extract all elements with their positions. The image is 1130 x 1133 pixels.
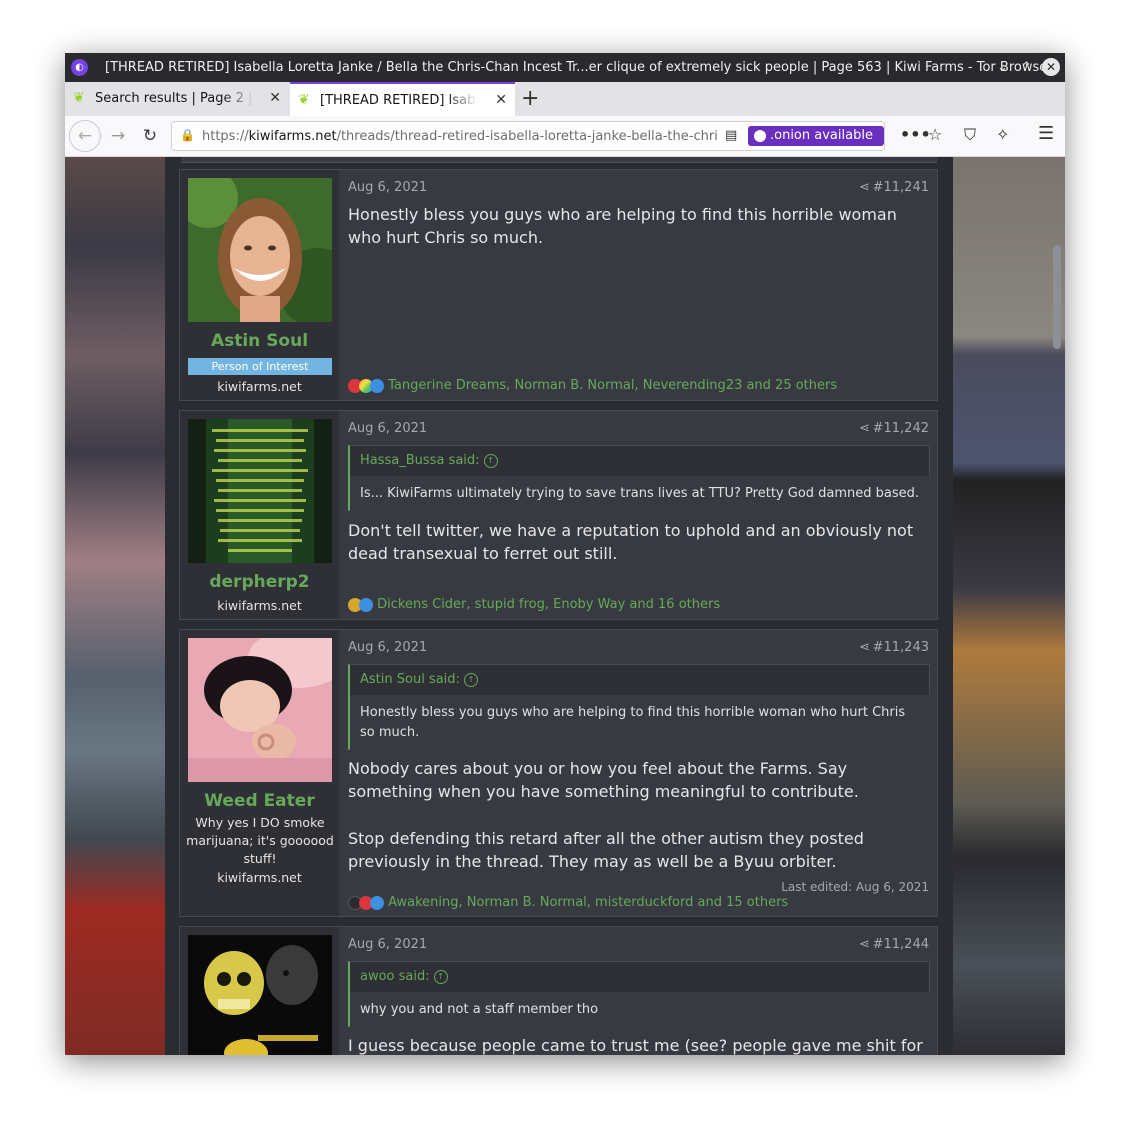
post-date[interactable]: Aug 6, 2021 — [348, 421, 427, 436]
quote-block: awoo said: ↑ why you and not a staff memb… — [348, 961, 930, 1028]
avatar[interactable] — [188, 178, 332, 322]
user-site: kiwifarms.net — [217, 870, 302, 885]
forward-icon[interactable]: → — [106, 124, 130, 148]
user-pane: Weed Eater Why yes I DO smoke marijuana;… — [180, 630, 339, 916]
quote-author[interactable]: Hassa_Bussa said: ↑ — [360, 453, 498, 468]
quote-text: why you and not a staff member tho — [350, 992, 930, 1028]
bookmark-star-icon[interactable]: ☆ — [928, 125, 942, 144]
tab-label: Search results | Page 2 | Kiwi Farms — [95, 91, 255, 106]
url-bar[interactable]: 🔒 https://kiwifarms.net/threads/thread-r… — [171, 121, 885, 151]
reactions-users[interactable]: Awakening, Norman B. Normal, misterduckf… — [388, 895, 788, 910]
post-body: Honestly bless you guys who are helping … — [348, 205, 897, 247]
background-art-right — [953, 157, 1065, 1055]
tab-strip: ❦ Search results | Page 2 | Kiwi Farms ✕… — [65, 82, 1065, 117]
post-number[interactable]: #11,241 — [873, 180, 929, 195]
lock-icon[interactable]: 🔒 — [180, 128, 195, 142]
quote-text: Is... KiwiFarms ultimately trying to sav… — [350, 476, 930, 512]
close-window-icon[interactable]: ✕ — [1042, 58, 1060, 76]
window-title: [THREAD RETIRED] Isabella Loretta Janke … — [105, 60, 1053, 75]
quote-author[interactable]: Astin Soul said: ↑ — [360, 672, 478, 687]
like-icon — [370, 895, 384, 910]
new-identity-icon[interactable]: ✧ — [996, 125, 1009, 144]
reactions-bar[interactable]: Dickens Cider, stupid frog, Enoby Way an… — [348, 597, 720, 612]
maximize-icon[interactable]: ⌃ — [1016, 57, 1037, 78]
post-number[interactable]: #11,244 — [873, 937, 929, 952]
user-custom-title: Why yes I DO smoke marijuana; it's goooo… — [186, 815, 334, 866]
reader-view-icon[interactable]: ▤ — [725, 128, 737, 143]
share-icon[interactable]: ⋖ — [859, 180, 870, 195]
browser-window: ◐ [THREAD RETIRED] Isabella Loretta Jank… — [65, 53, 1065, 1055]
post-body-paragraph: Stop defending this retard after all the… — [348, 829, 864, 871]
share-icon[interactable]: ⋖ — [859, 640, 870, 655]
jump-to-quote-icon[interactable]: ↑ — [433, 969, 448, 984]
user-site: kiwifarms.net — [217, 379, 302, 394]
new-tab-icon[interactable]: + — [521, 86, 539, 112]
minimize-icon[interactable]: ⌄ — [992, 57, 1013, 78]
tab-label: [THREAD RETIRED] Isabella Loretta Janke — [320, 93, 478, 108]
avatar[interactable] — [188, 638, 332, 782]
reactions-bar[interactable]: Awakening, Norman B. Normal, misterduckf… — [348, 895, 788, 910]
avatar[interactable] — [188, 419, 332, 563]
username[interactable]: derpherp2 — [180, 572, 339, 592]
like-icon — [359, 597, 373, 612]
post: Weed Eater Why yes I DO smoke marijuana;… — [179, 629, 938, 917]
menu-icon[interactable]: ☰ — [1038, 123, 1054, 144]
like-icon — [370, 378, 384, 393]
post: derpherp2 kiwifarms.net Aug 6, 2021 ⋖ #1… — [179, 410, 938, 620]
scrollbar-thumb[interactable] — [1053, 245, 1061, 349]
user-title-badge: Person of Interest — [188, 358, 332, 375]
post-body: Don't tell twitter, we have a reputation… — [348, 521, 914, 563]
user-pane: Astin Soul Person of Interest kiwifarms.… — [180, 170, 339, 400]
quote-text: Honestly bless you guys who are helping … — [350, 695, 930, 751]
reactions-users[interactable]: Tangerine Dreams, Norman B. Normal, Neve… — [388, 378, 837, 393]
last-edited: Last edited: Aug 6, 2021 — [781, 880, 929, 894]
jump-to-quote-icon[interactable]: ↑ — [463, 672, 478, 687]
post: Astin Soul Person of Interest kiwifarms.… — [179, 169, 938, 401]
post: Aug 6, 2021 ⋖ #11,244 awoo said: ↑ why yo… — [179, 926, 938, 1055]
post-number[interactable]: #11,242 — [873, 421, 929, 436]
thread-column: Astin Soul Person of Interest kiwifarms.… — [165, 157, 953, 1055]
avatar[interactable] — [188, 935, 332, 1055]
reactions-users[interactable]: Dickens Cider, stupid frog, Enoby Way an… — [377, 597, 720, 612]
post-date[interactable]: Aug 6, 2021 — [348, 937, 427, 952]
close-tab-icon[interactable]: ✕ — [269, 90, 281, 106]
onion-available-button[interactable]: .onion available — [748, 126, 884, 146]
shield-icon[interactable]: ⛉ — [964, 125, 976, 145]
close-tab-icon[interactable]: ✕ — [495, 92, 507, 108]
back-icon[interactable]: ← — [69, 120, 101, 152]
username[interactable]: Weed Eater — [180, 791, 339, 811]
url-text[interactable]: https://kiwifarms.net/threads/thread-ret… — [202, 129, 717, 144]
page-content: Astin Soul Person of Interest kiwifarms.… — [65, 157, 1065, 1055]
reactions-bar[interactable]: Tangerine Dreams, Norman B. Normal, Neve… — [348, 378, 837, 393]
user-pane — [180, 927, 339, 1055]
previous-post-edge — [181, 157, 937, 163]
kiwi-favicon-icon: ❦ — [298, 92, 310, 108]
post-date[interactable]: Aug 6, 2021 — [348, 640, 427, 655]
quote-block: Hassa_Bussa said: ↑ Is... KiwiFarms ultim… — [348, 445, 930, 512]
quote-block: Astin Soul said: ↑ Honestly bless you guy… — [348, 664, 930, 751]
reload-icon[interactable]: ↻ — [138, 124, 162, 148]
kiwi-favicon-icon: ❦ — [73, 90, 85, 106]
post-number[interactable]: #11,243 — [873, 640, 929, 655]
tab-thread[interactable]: ❦ [THREAD RETIRED] Isabella Loretta Jank… — [290, 82, 515, 116]
user-pane: derpherp2 kiwifarms.net — [180, 411, 339, 619]
background-art-left — [65, 157, 165, 1055]
more-actions-icon[interactable]: ••• — [900, 125, 931, 144]
tor-browser-icon: ◐ — [71, 59, 88, 76]
tab-search-results[interactable]: ❦ Search results | Page 2 | Kiwi Farms ✕ — [65, 82, 289, 116]
jump-to-quote-icon[interactable]: ↑ — [483, 453, 498, 468]
post-body: I guess because people came to trust me … — [348, 1036, 923, 1055]
share-icon[interactable]: ⋖ — [859, 421, 870, 436]
post-body-paragraph: Nobody cares about you or how you feel a… — [348, 759, 859, 801]
user-site: kiwifarms.net — [217, 598, 302, 613]
username[interactable]: Astin Soul — [180, 331, 339, 351]
nav-bar: ← → ↻ 🔒 https://kiwifarms.net/threads/th… — [65, 116, 1065, 157]
title-bar: ◐ [THREAD RETIRED] Isabella Loretta Jank… — [65, 53, 1065, 82]
post-date[interactable]: Aug 6, 2021 — [348, 180, 427, 195]
quote-author[interactable]: awoo said: ↑ — [360, 969, 448, 984]
share-icon[interactable]: ⋖ — [859, 937, 870, 952]
